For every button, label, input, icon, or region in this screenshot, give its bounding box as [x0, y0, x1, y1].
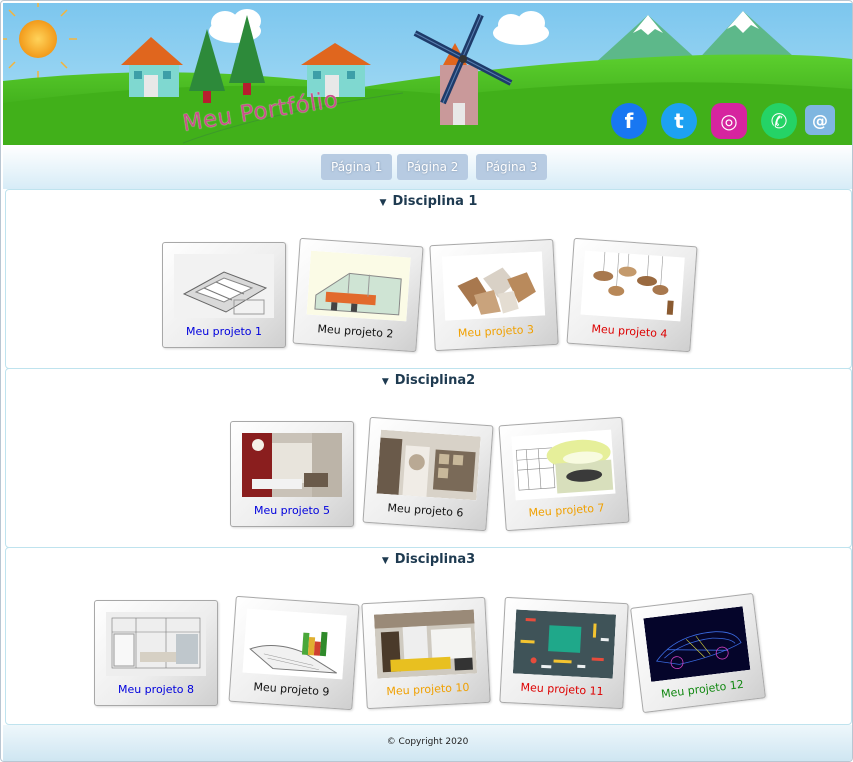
project-card-6[interactable]: Meu projeto 6: [362, 416, 494, 532]
project-thumbnail: [511, 429, 616, 501]
nav-bar: Página 1 Página 2 Página 3: [3, 145, 852, 189]
project-card-11[interactable]: Meu projeto 11: [499, 596, 629, 710]
twitter-icon[interactable]: t: [661, 103, 697, 139]
whatsapp-icon[interactable]: ✆: [761, 103, 797, 139]
disclosure-triangle-icon: ▼: [381, 377, 389, 387]
project-thumbnail: [106, 612, 206, 676]
project-label[interactable]: Meu projeto 3: [435, 322, 558, 341]
project-label[interactable]: Meu projeto 4: [568, 321, 691, 342]
project-label[interactable]: Meu projeto 5: [231, 504, 353, 517]
project-thumbnail: [242, 433, 342, 497]
nav-page-3-button[interactable]: Página 3: [476, 154, 548, 180]
instagram-icon[interactable]: ◎: [711, 103, 747, 139]
project-label[interactable]: Meu projeto 11: [501, 680, 624, 699]
project-label[interactable]: Meu projeto 10: [367, 680, 490, 699]
project-label[interactable]: Meu projeto 8: [95, 683, 217, 696]
footer: © Copyright 2020: [3, 725, 852, 761]
nav-page-1-button[interactable]: Página 1: [321, 154, 393, 180]
project-thumbnail: [174, 254, 274, 318]
section-title-text: Disciplina 1: [392, 194, 478, 209]
project-card-4[interactable]: Meu projeto 4: [566, 237, 698, 353]
project-label[interactable]: Meu projeto 9: [230, 679, 353, 700]
project-label[interactable]: Meu projeto 6: [364, 500, 487, 521]
section-disciplina-2: ▼ Disciplina2 Meu projeto 5 Meu projeto 6…: [5, 368, 852, 548]
disclosure-triangle-icon: ▼: [379, 198, 387, 208]
section-disciplina-1: ▼ Disciplina 1 Meu projeto 1 Meu projeto …: [5, 189, 852, 369]
project-label[interactable]: Meu projeto 1: [163, 325, 285, 338]
email-icon[interactable]: @: [805, 105, 835, 135]
section-title-text: Disciplina2: [394, 373, 476, 388]
section-title[interactable]: ▼ Disciplina 1: [6, 194, 851, 209]
project-thumbnail: [242, 608, 347, 680]
copyright-text: © Copyright 2020: [386, 737, 469, 747]
page-frame: Meu Portfólio f t ◎ ✆ @ Página 1 Página …: [0, 0, 853, 762]
project-card-7[interactable]: Meu projeto 7: [498, 416, 630, 532]
facebook-icon[interactable]: f: [611, 103, 647, 139]
project-card-2[interactable]: Meu projeto 2: [292, 237, 424, 353]
project-thumbnail: [580, 250, 685, 322]
project-card-12[interactable]: Meu projeto 12: [630, 592, 766, 714]
project-thumbnail: [643, 606, 751, 682]
project-label[interactable]: Meu projeto 2: [294, 321, 417, 342]
disclosure-triangle-icon: ▼: [381, 556, 389, 566]
project-card-1[interactable]: Meu projeto 1: [162, 242, 286, 348]
project-thumbnail: [441, 251, 546, 321]
project-thumbnail: [376, 429, 481, 501]
nav-page-2-button[interactable]: Página 2: [397, 154, 469, 180]
project-thumbnail: [373, 609, 478, 679]
project-card-10[interactable]: Meu projeto 10: [361, 596, 491, 710]
project-label[interactable]: Meu projeto 7: [505, 500, 628, 521]
project-card-8[interactable]: Meu projeto 8: [94, 600, 218, 706]
project-card-9[interactable]: Meu projeto 9: [228, 595, 360, 711]
header-banner: Meu Portfólio f t ◎ ✆ @: [3, 3, 852, 145]
section-disciplina-3: ▼ Disciplina3 Meu projeto 8 Meu projeto 9…: [5, 547, 852, 725]
section-title[interactable]: ▼ Disciplina2: [6, 373, 851, 388]
project-card-5[interactable]: Meu projeto 5: [230, 421, 354, 527]
section-title-text: Disciplina3: [394, 552, 476, 567]
project-thumbnail: [512, 609, 617, 679]
section-title[interactable]: ▼ Disciplina3: [6, 552, 851, 567]
project-card-3[interactable]: Meu projeto 3: [429, 238, 559, 352]
project-thumbnail: [306, 250, 411, 322]
